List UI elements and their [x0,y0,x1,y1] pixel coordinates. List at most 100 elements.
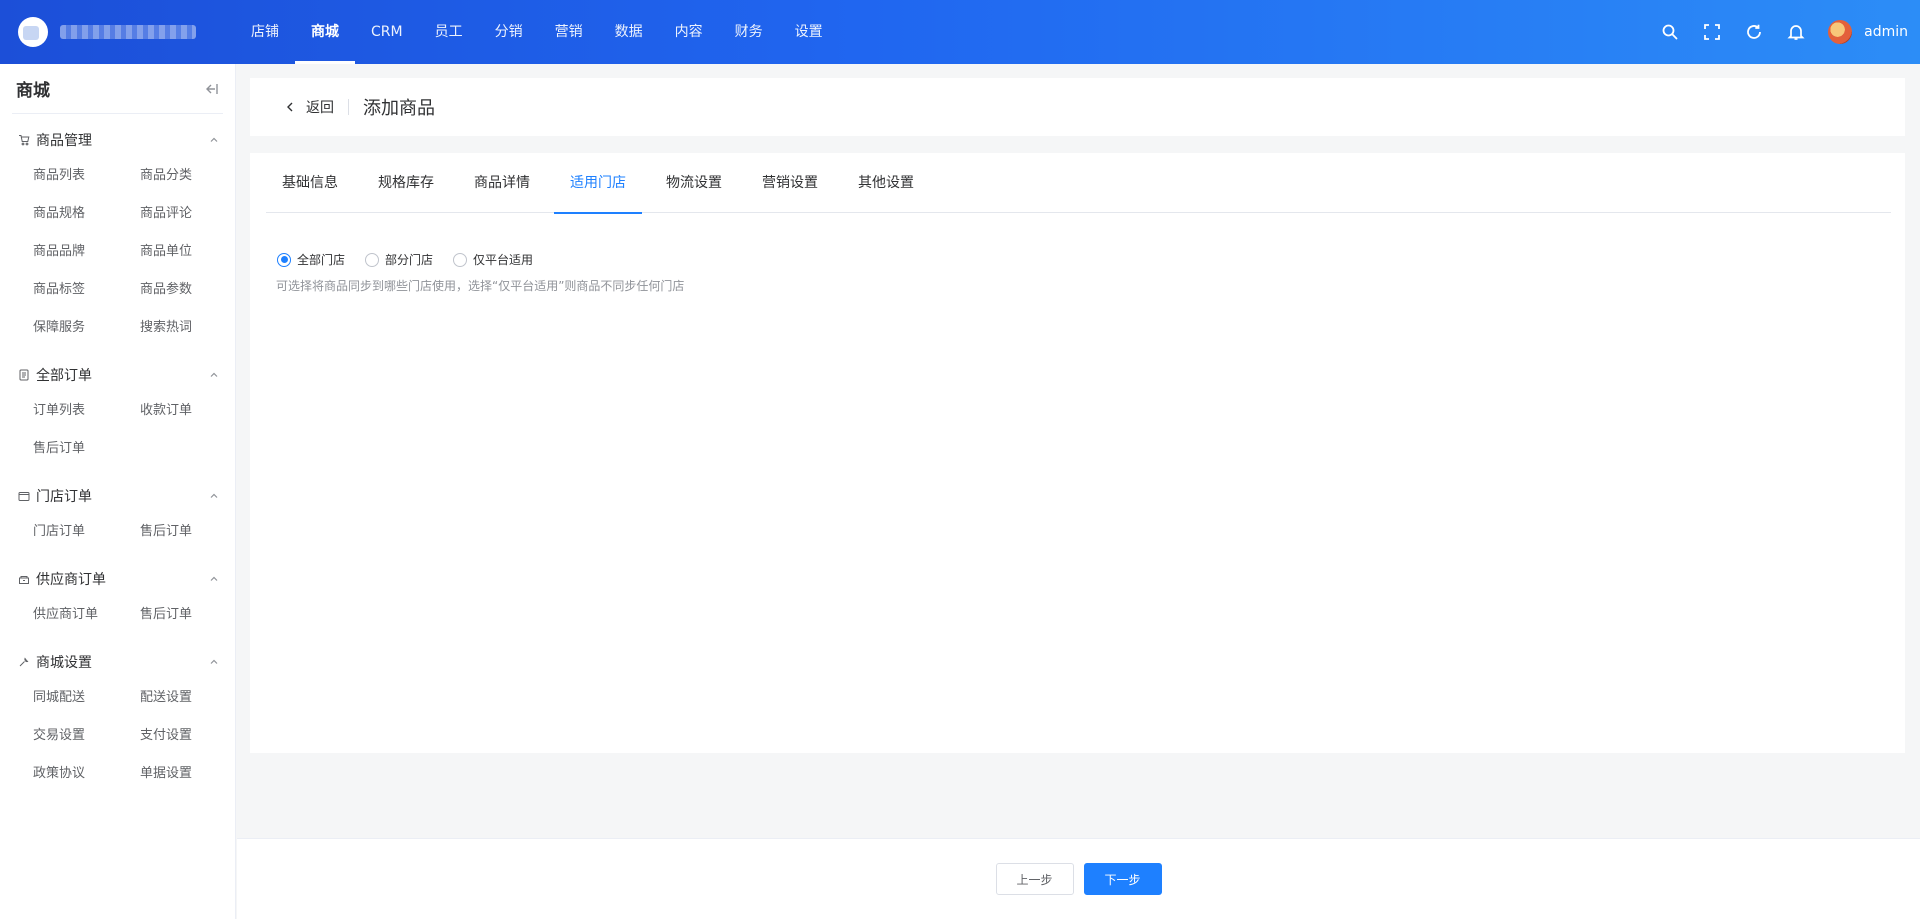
sidebar-group-store-orders: 门店订单 门店订单 售后订单 [0,470,235,553]
sidebar-title: 商城 [16,81,50,101]
chevron-up-icon[interactable] [209,370,219,380]
nav-item-mall[interactable]: 商城 [295,0,355,64]
wrench-icon [18,656,30,668]
sidebar-group-title: 门店订单 [36,489,92,505]
sidebar-item-product-unit[interactable]: 商品单位 [108,233,216,271]
sidebar-item-store-orders[interactable]: 门店订单 [0,513,108,551]
sidebar-group-product: 商品管理 商品列表 商品分类 商品规格 商品评论 商品品牌 商品单位 商品标签 … [0,114,235,349]
nav-item-shop[interactable]: 店铺 [235,0,295,64]
sidebar-item-product-brand[interactable]: 商品品牌 [0,233,108,271]
page-header: 返回 添加商品 [250,78,1905,136]
sidebar-group-header[interactable]: 供应商订单 [0,565,235,593]
radio-label: 全部门店 [297,253,346,267]
sidebar-item-payment-orders[interactable]: 收款订单 [108,392,216,430]
sidebar-item-city-delivery[interactable]: 同城配送 [0,679,108,717]
sidebar: 商城 商品管理 商品列表 商品分类 商品规格 商品评论 商品品牌 商品单位 商品… [0,64,236,919]
store-icon [18,490,30,502]
radio-all-stores[interactable]: 全部门店 [277,251,345,268]
sidebar-item-receipt-settings[interactable]: 单据设置 [108,755,216,793]
sidebar-item-product-list[interactable]: 商品列表 [0,157,108,195]
sidebar-item-supplier-aftersale[interactable]: 售后订单 [108,596,216,634]
sidebar-item-policy[interactable]: 政策协议 [0,755,108,793]
sidebar-group-title: 商品管理 [36,133,92,149]
sidebar-item-product-tag[interactable]: 商品标签 [0,271,108,309]
sidebar-item-product-review[interactable]: 商品评论 [108,195,216,233]
brand[interactable] [18,17,196,47]
tab-applicable-stores[interactable]: 适用门店 [554,153,642,214]
brand-logo [18,17,48,47]
sidebar-item-product-category[interactable]: 商品分类 [108,157,216,195]
chevron-left-icon [287,102,293,112]
tab-basic-info[interactable]: 基础信息 [266,153,354,213]
sidebar-group-title: 全部订单 [36,368,92,384]
sidebar-item-order-list[interactable]: 订单列表 [0,392,108,430]
nav-item-content[interactable]: 内容 [659,0,719,64]
back-label: 返回 [306,100,334,116]
sidebar-item-product-spec[interactable]: 商品规格 [0,195,108,233]
sidebar-group-mall-settings: 商城设置 同城配送 配送设置 交易设置 支付设置 政策协议 单据设置 [0,636,235,795]
sidebar-item-hot-search[interactable]: 搜索热词 [108,309,216,347]
next-step-button[interactable]: 下一步 [1083,863,1162,895]
radio-label: 部分门店 [385,253,434,267]
bell-icon[interactable] [1786,22,1806,42]
box-icon [18,573,30,585]
form-card: 基础信息 规格库存 商品详情 适用门店 物流设置 营销设置 其他设置 全部门店 … [250,153,1905,753]
sidebar-group-header[interactable]: 商品管理 [0,126,235,154]
chevron-up-icon[interactable] [209,574,219,584]
radio-some-stores[interactable]: 部分门店 [365,251,433,268]
nav-item-marketing[interactable]: 营销 [539,0,599,64]
nav-item-finance[interactable]: 财务 [719,0,779,64]
tab-logistics[interactable]: 物流设置 [650,153,738,213]
tab-bar: 基础信息 规格库存 商品详情 适用门店 物流设置 营销设置 其他设置 [266,153,1891,214]
prev-step-button[interactable]: 上一步 [995,863,1074,895]
username[interactable]: admin [1864,24,1908,40]
document-icon [18,369,30,381]
back-button[interactable]: 返回 [284,97,334,117]
main-nav: 店铺 商城 CRM 员工 分销 营销 数据 内容 财务 设置 [235,0,839,64]
collapse-sidebar-icon[interactable] [203,81,219,97]
cart-icon [18,134,30,146]
sidebar-item-trade-settings[interactable]: 交易设置 [0,717,108,755]
nav-item-data[interactable]: 数据 [599,0,659,64]
radio-circle[interactable] [277,252,291,267]
fullscreen-icon[interactable] [1702,22,1722,42]
sidebar-item-delivery-settings[interactable]: 配送设置 [108,679,216,717]
brand-name-blurred [60,25,196,39]
radio-circle[interactable] [453,252,468,267]
sidebar-header: 商城 [12,64,223,114]
nav-item-staff[interactable]: 员工 [419,0,479,64]
store-scope-radio-group: 全部门店 部分门店 仅平台适用 [277,251,553,268]
sidebar-group-title: 供应商订单 [36,572,106,588]
sidebar-group-header[interactable]: 商城设置 [0,648,235,676]
tab-spec-stock[interactable]: 规格库存 [362,153,450,213]
radio-circle[interactable] [365,252,380,267]
sidebar-item-guarantee[interactable]: 保障服务 [0,309,108,347]
nav-item-distribution[interactable]: 分销 [479,0,539,64]
sidebar-group-header[interactable]: 全部订单 [0,361,235,389]
sidebar-item-product-param[interactable]: 商品参数 [108,271,216,309]
sidebar-group-title: 商城设置 [36,655,92,671]
top-right-tools: admin [1660,0,1908,64]
avatar[interactable] [1828,20,1853,44]
refresh-icon[interactable] [1744,22,1764,42]
tab-marketing[interactable]: 营销设置 [746,153,834,213]
nav-item-crm[interactable]: CRM [355,0,419,64]
nav-item-settings[interactable]: 设置 [779,0,839,64]
chevron-up-icon[interactable] [209,491,219,501]
sidebar-item-aftersale-orders[interactable]: 售后订单 [0,430,108,468]
chevron-up-icon[interactable] [209,135,219,145]
sidebar-group-supplier-orders: 供应商订单 供应商订单 售后订单 [0,553,235,636]
sidebar-item-store-aftersale[interactable]: 售后订单 [108,513,216,551]
sidebar-item-payment-settings[interactable]: 支付设置 [108,717,216,755]
chevron-up-icon[interactable] [209,657,219,667]
store-scope-hint: 可选择将商品同步到哪些门店使用，选择“仅平台适用”则商品不同步任何门店 [276,279,685,293]
sidebar-item-supplier-orders[interactable]: 供应商订单 [0,596,108,634]
sidebar-group-header[interactable]: 门店订单 [0,482,235,510]
radio-platform-only[interactable]: 仅平台适用 [453,251,533,268]
form-footer: 上一步 下一步 [237,838,1920,919]
tab-product-detail[interactable]: 商品详情 [458,153,546,213]
page-title: 添加商品 [363,98,435,119]
radio-label: 仅平台适用 [473,253,534,267]
tab-other[interactable]: 其他设置 [842,153,930,213]
search-icon[interactable] [1660,22,1680,42]
